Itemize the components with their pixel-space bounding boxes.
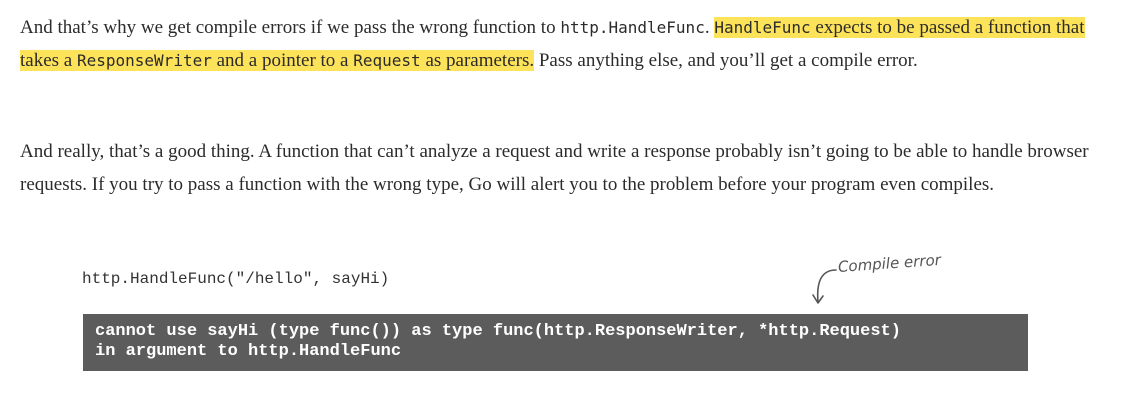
error-line-2: in argument to http.HandleFunc <box>95 342 402 361</box>
code-example-handlefunc: http.HandleFunc("/hello", sayHi) <box>82 270 390 288</box>
inline-code-request: Request <box>353 51 421 70</box>
para1-text-1: And that’s why we get compile errors if … <box>20 17 561 38</box>
para1-text-2: . <box>704 17 715 38</box>
error-line-1: cannot use sayHi (type func()) as type f… <box>95 322 901 341</box>
inline-code-handlefunc: http.HandleFunc <box>560 18 705 37</box>
paragraph-compile-errors: And that’s why we get compile errors if … <box>20 11 1100 77</box>
annotation-arrow-icon <box>812 269 837 304</box>
inline-code-handlefunc-short: HandleFunc <box>714 18 811 37</box>
highlight-text-2: and a pointer to a <box>211 50 354 71</box>
highlight-text-3: as parameters. <box>420 50 535 71</box>
para1-text-3: Pass anything else, and you’ll get a com… <box>534 50 918 71</box>
compile-error-annotation: Compile error <box>837 250 942 276</box>
inline-code-responsewriter: ResponseWriter <box>76 51 212 70</box>
compile-error-output: cannot use sayHi (type func()) as type f… <box>83 314 1028 371</box>
paragraph-good-thing: And really, that’s a good thing. A funct… <box>20 141 1089 195</box>
